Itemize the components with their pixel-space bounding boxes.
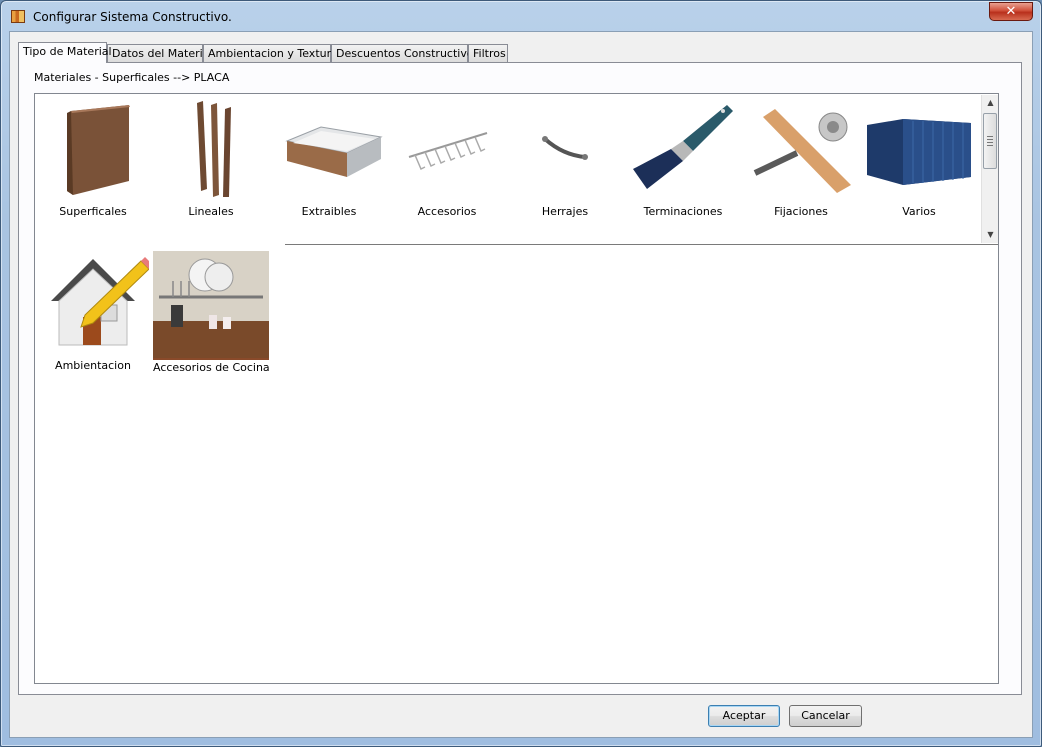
container-icon (863, 97, 975, 197)
item-label: Lineales (188, 205, 234, 218)
title-bar[interactable]: Configurar Sistema Constructivo. ✕ (1, 1, 1041, 31)
handle-icon (509, 97, 621, 197)
item-label: Terminaciones (643, 205, 723, 218)
tab-datos-del-material[interactable]: Datos del Material (107, 44, 212, 62)
fastener-icon (745, 97, 857, 197)
cancel-button[interactable]: Cancelar (789, 705, 862, 727)
item-label: Superficales (59, 205, 127, 218)
group-divider (285, 244, 998, 245)
vertical-scrollbar[interactable]: ▲ ▼ (981, 95, 998, 243)
tab-panel: Materiales - Superficales --> PLACA Supe… (18, 62, 1022, 695)
kitchen-rack-icon (153, 251, 269, 360)
list-item-terminaciones[interactable]: Terminaciones (625, 97, 741, 218)
tab-tipo-de-material[interactable]: Tipo de Material (18, 42, 112, 63)
tab-descuentos-constructivos[interactable]: Descuentos Constructivos (331, 44, 479, 62)
client-area: Tipo de Material Datos del Material Ambi… (9, 31, 1033, 738)
breadcrumb: Materiales - Superficales --> PLACA (34, 71, 230, 84)
list-item-superficales[interactable]: Superficales (35, 97, 151, 218)
item-label: Accesorios de Cocina (153, 361, 270, 374)
item-label: Ambientacion (55, 359, 131, 372)
item-label: Accesorios (417, 205, 477, 218)
list-item-extraibles[interactable]: Extraibles (271, 97, 387, 218)
material-type-list[interactable]: Superficales Lineales Extraibles Accesor… (34, 93, 999, 684)
board-panel-icon (37, 97, 149, 197)
item-label: Fijaciones (774, 205, 828, 218)
list-item-accesorios-de-cocina[interactable]: Accesorios de Cocina (153, 251, 270, 374)
list-item-herrajes[interactable]: Herrajes (507, 97, 623, 218)
scroll-up-icon[interactable]: ▲ (982, 95, 998, 111)
item-label: Varios (902, 205, 936, 218)
close-button[interactable]: ✕ (989, 2, 1033, 21)
paintbrush-icon (627, 97, 739, 197)
dialog-window: Configurar Sistema Constructivo. ✕ Tipo … (0, 0, 1042, 747)
window-title: Configurar Sistema Constructivo. (33, 10, 232, 24)
list-item-ambientacion[interactable]: Ambientacion (35, 251, 153, 372)
item-label: Extraibles (301, 205, 357, 218)
accessories-rack-icon (391, 97, 503, 197)
app-icon (11, 10, 25, 23)
tab-filtros[interactable]: Filtros (468, 44, 508, 62)
list-item-fijaciones[interactable]: Fijaciones (743, 97, 859, 218)
ok-button[interactable]: Aceptar (708, 705, 780, 727)
list-item-varios[interactable]: Varios (861, 97, 977, 218)
linear-strips-icon (155, 97, 267, 197)
scroll-thumb[interactable] (983, 113, 997, 169)
drawer-icon (273, 97, 385, 197)
tab-ambientacion-y-texturas[interactable]: Ambientacion y Texturas (203, 44, 344, 62)
scroll-down-icon[interactable]: ▼ (982, 227, 998, 243)
item-label: Herrajes (541, 205, 589, 218)
house-pencil-icon (37, 251, 153, 351)
list-item-lineales[interactable]: Lineales (153, 97, 269, 218)
list-item-accesorios[interactable]: Accesorios (389, 97, 505, 218)
